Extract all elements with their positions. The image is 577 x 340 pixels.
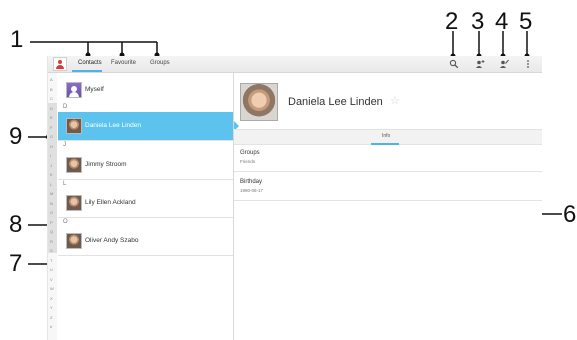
info-tab-bar: Info [234, 129, 542, 145]
callout-8: 8 [9, 211, 23, 238]
index-letter[interactable]: K [50, 172, 53, 177]
index-letter[interactable]: W [50, 286, 54, 291]
contact-list: Myself D Daniela Lee Linden J Jimmy Stro… [58, 73, 233, 340]
tab-info-indicator [371, 143, 399, 145]
alphabet-index-scrollbar[interactable]: A B C D E F G H I J K L M N O P Q R S T … [48, 73, 57, 340]
contact-name: Lily Ellen Ackland [85, 199, 136, 206]
callout-9: 9 [9, 123, 23, 150]
index-letter[interactable]: I [50, 153, 51, 158]
birthday-label: Birthday [240, 179, 263, 185]
list-item-lily[interactable]: Lily Ellen Ackland [58, 189, 233, 217]
avatar [66, 118, 82, 134]
index-letter[interactable]: U [50, 267, 53, 272]
contact-name: Daniela Lee Linden [85, 122, 142, 129]
index-letter[interactable]: T [50, 258, 52, 263]
divider [58, 179, 233, 180]
section-header-o: O [63, 219, 68, 225]
contacts-app-screen: Contacts Favourite Groups A B C D E F G … [47, 56, 542, 340]
contact-photo[interactable] [240, 83, 278, 121]
index-letter[interactable]: F [50, 125, 52, 130]
groups-label: Groups [240, 150, 260, 156]
index-letter[interactable]: A [50, 77, 53, 82]
index-letter[interactable]: H [50, 144, 53, 149]
search-icon[interactable] [449, 59, 459, 69]
index-letter[interactable]: N [50, 201, 53, 206]
list-item-myself[interactable]: Myself [58, 76, 233, 104]
section-header-d: D [63, 104, 68, 110]
divider [58, 217, 233, 218]
tab-info[interactable]: Info [382, 133, 390, 139]
edit-contact-icon[interactable] [499, 59, 509, 69]
index-letter[interactable]: V [50, 277, 53, 282]
index-letter[interactable]: R [50, 239, 53, 244]
section-header-l: L [63, 181, 67, 187]
divider [58, 140, 233, 141]
divider [234, 200, 542, 201]
callout-3: 3 [471, 8, 485, 35]
callout-6: 6 [563, 201, 577, 228]
index-letter[interactable]: P [50, 220, 53, 225]
list-item-jimmy[interactable]: Jimmy Stroom [58, 151, 233, 179]
divider [58, 255, 233, 256]
birthday-value[interactable]: 1990-06-17 [240, 188, 263, 193]
overflow-menu-icon[interactable] [523, 59, 533, 69]
tab-groups[interactable]: Groups [150, 60, 170, 66]
index-letter[interactable]: J [50, 163, 52, 168]
index-letter[interactable]: B [50, 87, 53, 92]
index-letter[interactable]: E [50, 115, 53, 120]
callout-7: 7 [9, 250, 23, 277]
contact-detail-pane: Daniela Lee Linden ☆ Info Groups Friends… [234, 73, 542, 340]
index-letter[interactable]: # [50, 324, 52, 329]
index-letter[interactable]: Z [50, 315, 52, 320]
tab-contacts[interactable]: Contacts [78, 60, 102, 66]
index-letter[interactable]: Y [50, 305, 53, 310]
index-letter[interactable]: S [50, 248, 53, 253]
index-letter[interactable]: Q [50, 229, 53, 234]
index-letter[interactable]: X [50, 296, 53, 301]
index-letter[interactable]: L [50, 182, 52, 187]
action-bar: Contacts Favourite Groups [48, 56, 542, 73]
index-letter[interactable]: C [50, 96, 53, 101]
detail-contact-name: Daniela Lee Linden [288, 96, 383, 108]
contacts-app-icon[interactable] [53, 57, 67, 71]
groups-value[interactable]: Friends [240, 159, 255, 164]
contact-name: Myself [85, 86, 104, 93]
avatar [66, 82, 82, 98]
tab-favourite[interactable]: Favourite [111, 60, 136, 66]
avatar [66, 195, 82, 211]
callout-5: 5 [519, 8, 533, 35]
list-item-daniela[interactable]: Daniela Lee Linden [58, 112, 233, 140]
contact-name: Oliver Andy Szabo [85, 237, 139, 244]
section-header-j: J [63, 142, 66, 148]
index-letter[interactable]: D [50, 106, 53, 111]
avatar [66, 157, 82, 173]
avatar [66, 233, 82, 249]
index-letter[interactable]: M [50, 191, 53, 196]
index-letter[interactable]: G [50, 134, 53, 139]
callout-4: 4 [495, 8, 509, 35]
favourite-star-icon[interactable]: ☆ [390, 94, 400, 107]
callout-1: 1 [10, 26, 24, 53]
tab-contacts-indicator [72, 70, 102, 72]
contact-name: Jimmy Stroom [85, 161, 127, 168]
callout-2: 2 [445, 8, 459, 35]
add-contact-icon[interactable] [475, 59, 485, 69]
list-item-oliver[interactable]: Oliver Andy Szabo [58, 227, 233, 255]
divider [234, 171, 542, 172]
index-letter[interactable]: O [50, 210, 53, 215]
